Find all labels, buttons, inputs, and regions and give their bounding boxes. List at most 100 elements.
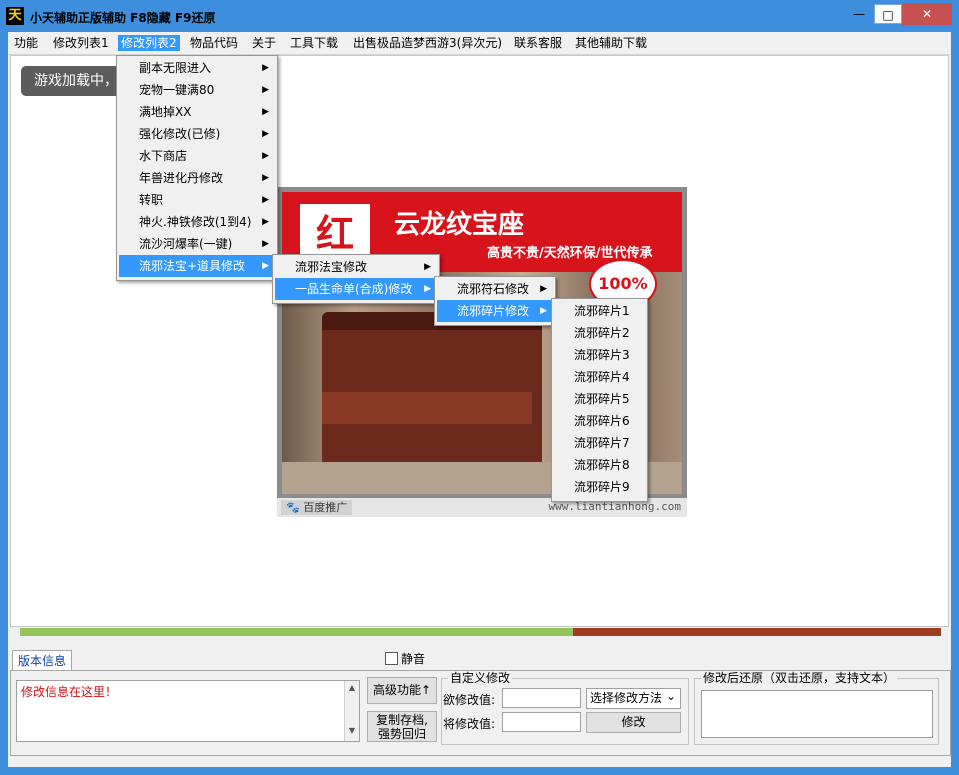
- menu1-item-8[interactable]: 流沙河爆率(一键) ▶: [119, 233, 275, 255]
- restore-title: 修改后还原（双击还原，支持文本）: [701, 671, 898, 685]
- submenu-arrow-icon: ▶: [540, 306, 547, 316]
- bottom-panel: 修改信息在这里！ ▲ ▼ 高级功能↑ 复制存档, 强势回归 自定义修改 欲修改值…: [10, 670, 951, 756]
- submenu-arrow-icon: ▶: [424, 284, 431, 294]
- menu3-label-1: 流邪碎片修改: [457, 304, 530, 318]
- submenu-arrow-icon: ▶: [262, 261, 269, 271]
- progress-fill: [20, 628, 573, 636]
- scroll-up-icon[interactable]: ▲: [345, 683, 359, 692]
- menu1-item-4[interactable]: 水下商店 ▶: [119, 145, 275, 167]
- new-value-input[interactable]: [502, 712, 581, 732]
- target-value-input[interactable]: [502, 688, 581, 708]
- custom-modify-group: 自定义修改 欲修改值: 选择修改方法 ⌄ 将修改值: 修改: [441, 671, 689, 745]
- menu-tool-download[interactable]: 工具下载: [287, 35, 341, 51]
- fabao-submenu: 流邪法宝修改 ▶ 一品生命单(合成)修改 ▶: [272, 254, 440, 304]
- menu4-item-4[interactable]: 流邪碎片5: [554, 388, 645, 410]
- maximize-button[interactable]: □: [874, 4, 902, 24]
- menu1-label-8: 流沙河爆率(一键): [139, 237, 233, 251]
- menu1-item-1[interactable]: 宠物一键满80 ▶: [119, 79, 275, 101]
- advanced-function-button[interactable]: 高级功能↑: [367, 677, 437, 704]
- menu1-label-0: 副本无限进入: [139, 61, 212, 75]
- menu1-item-5[interactable]: 年兽进化丹修改 ▶: [119, 167, 275, 189]
- title-bar[interactable]: 天 小天辅助正版辅助 F8隐藏 F9还原 — □ ✕: [0, 0, 959, 32]
- target-value-label: 欲修改值:: [443, 693, 496, 707]
- scroll-down-icon[interactable]: ▼: [345, 726, 359, 735]
- modify-method-select[interactable]: 选择修改方法 ⌄: [586, 688, 681, 709]
- copy-save-button[interactable]: 复制存档, 强势回归: [367, 711, 437, 742]
- menu3-label-0: 流邪符石修改: [457, 282, 530, 296]
- menu-contact-support[interactable]: 联系客服: [511, 35, 565, 51]
- submenu-arrow-icon: ▶: [262, 217, 269, 227]
- submenu-arrow-icon: ▶: [262, 85, 269, 95]
- fragment-submenu: 流邪碎片1 流邪碎片2 流邪碎片3 流邪碎片4 流邪碎片5 流邪碎片6 流邪碎片…: [551, 298, 648, 502]
- app-window: 天 小天辅助正版辅助 F8隐藏 F9还原 — □ ✕ 功能 修改列表1 修改列表…: [0, 0, 959, 775]
- baidu-ad-label[interactable]: 🐾 百度推广: [281, 500, 353, 515]
- submenu-arrow-icon: ▶: [262, 107, 269, 117]
- menu-item-codes[interactable]: 物品代码: [187, 35, 241, 51]
- menu1-label-5: 年兽进化丹修改: [139, 171, 224, 185]
- menu3-item-0[interactable]: 流邪符石修改 ▶: [437, 278, 553, 300]
- menu-sell-game[interactable]: 出售极品造梦西游3(异次元): [350, 35, 505, 51]
- menu1-item-7[interactable]: 神火.神铁修改(1到4) ▶: [119, 211, 275, 233]
- menu-modify-list-2[interactable]: 修改列表2: [118, 35, 180, 51]
- menu-about[interactable]: 关于: [249, 35, 279, 51]
- submenu-arrow-icon: ▶: [262, 151, 269, 161]
- minimize-button[interactable]: —: [846, 4, 872, 24]
- close-button[interactable]: ✕: [902, 3, 952, 25]
- life-pill-submenu: 流邪符石修改 ▶ 流邪碎片修改 ▶: [434, 276, 556, 326]
- loading-message: 游戏加载中，: [21, 66, 131, 96]
- load-progress-bar: [20, 628, 941, 636]
- chevron-down-icon: ⌄: [665, 689, 676, 703]
- menu1-item-9[interactable]: 流邪法宝+道具修改 ▶: [119, 255, 275, 277]
- menu4-item-6[interactable]: 流邪碎片7: [554, 432, 645, 454]
- menu1-label-6: 转职: [139, 193, 164, 207]
- mute-label: 静音: [401, 652, 426, 666]
- menu-bar: 功能 修改列表1 修改列表2 物品代码 关于 工具下载 出售极品造梦西游3(异次…: [8, 32, 951, 55]
- menu1-label-1: 宠物一键满80: [139, 83, 215, 97]
- info-scrollbar[interactable]: ▲ ▼: [344, 681, 359, 741]
- submenu-arrow-icon: ▶: [262, 195, 269, 205]
- menu4-item-2[interactable]: 流邪碎片3: [554, 344, 645, 366]
- menu4-item-3[interactable]: 流邪碎片4: [554, 366, 645, 388]
- restore-textarea[interactable]: [701, 690, 933, 738]
- submenu-arrow-icon: ▶: [424, 262, 431, 272]
- menu-function[interactable]: 功能: [11, 35, 41, 51]
- menu2-label-0: 流邪法宝修改: [295, 260, 368, 274]
- submenu-arrow-icon: ▶: [262, 63, 269, 73]
- menu1-label-4: 水下商店: [139, 149, 188, 163]
- menu1-label-9: 流邪法宝+道具修改: [139, 259, 246, 273]
- mute-checkbox[interactable]: [385, 652, 398, 665]
- modify-method-value: 选择修改方法: [590, 691, 663, 705]
- menu1-item-0[interactable]: 副本无限进入 ▶: [119, 57, 275, 79]
- menu1-label-2: 满地掉XX: [139, 105, 192, 119]
- submenu-arrow-icon: ▶: [262, 173, 269, 183]
- new-value-label: 将修改值:: [443, 717, 496, 731]
- tab-version-info[interactable]: 版本信息: [12, 650, 72, 671]
- menu4-item-8[interactable]: 流邪碎片9: [554, 476, 645, 498]
- menu4-item-7[interactable]: 流邪碎片8: [554, 454, 645, 476]
- menu2-item-1[interactable]: 一品生命单(合成)修改 ▶: [275, 278, 437, 300]
- menu1-label-7: 神火.神铁修改(1到4): [139, 215, 252, 229]
- menu1-item-2[interactable]: 满地掉XX ▶: [119, 101, 275, 123]
- window-title: 小天辅助正版辅助 F8隐藏 F9还原: [30, 11, 216, 25]
- menu-other-downloads[interactable]: 其他辅助下载: [572, 35, 650, 51]
- client-area: 功能 修改列表1 修改列表2 物品代码 关于 工具下载 出售极品造梦西游3(异次…: [8, 32, 951, 767]
- mute-toggle[interactable]: 静音: [385, 652, 425, 666]
- modify-button[interactable]: 修改: [586, 712, 681, 733]
- menu4-item-5[interactable]: 流邪碎片6: [554, 410, 645, 432]
- ad-title: 云龙纹宝座: [394, 210, 525, 240]
- info-textarea[interactable]: 修改信息在这里！ ▲ ▼: [16, 680, 360, 742]
- menu2-item-0[interactable]: 流邪法宝修改 ▶: [275, 256, 437, 278]
- modify-list-2-dropdown: 副本无限进入 ▶ 宠物一键满80 ▶ 满地掉XX ▶ 强化修改(已修) ▶ 水下商店 ▶ …: [116, 55, 278, 281]
- menu4-item-0[interactable]: 流邪碎片1: [554, 300, 645, 322]
- info-text: 修改信息在这里！: [21, 685, 118, 699]
- submenu-arrow-icon: ▶: [262, 129, 269, 139]
- submenu-arrow-icon: ▶: [540, 284, 547, 294]
- submenu-arrow-icon: ▶: [262, 239, 269, 249]
- menu1-item-3[interactable]: 强化修改(已修) ▶: [119, 123, 275, 145]
- menu3-item-1[interactable]: 流邪碎片修改 ▶: [437, 300, 553, 322]
- menu-modify-list-1[interactable]: 修改列表1: [50, 35, 112, 51]
- custom-modify-title: 自定义修改: [448, 671, 513, 685]
- menu2-label-1: 一品生命单(合成)修改: [295, 282, 413, 296]
- menu1-item-6[interactable]: 转职 ▶: [119, 189, 275, 211]
- menu4-item-1[interactable]: 流邪碎片2: [554, 322, 645, 344]
